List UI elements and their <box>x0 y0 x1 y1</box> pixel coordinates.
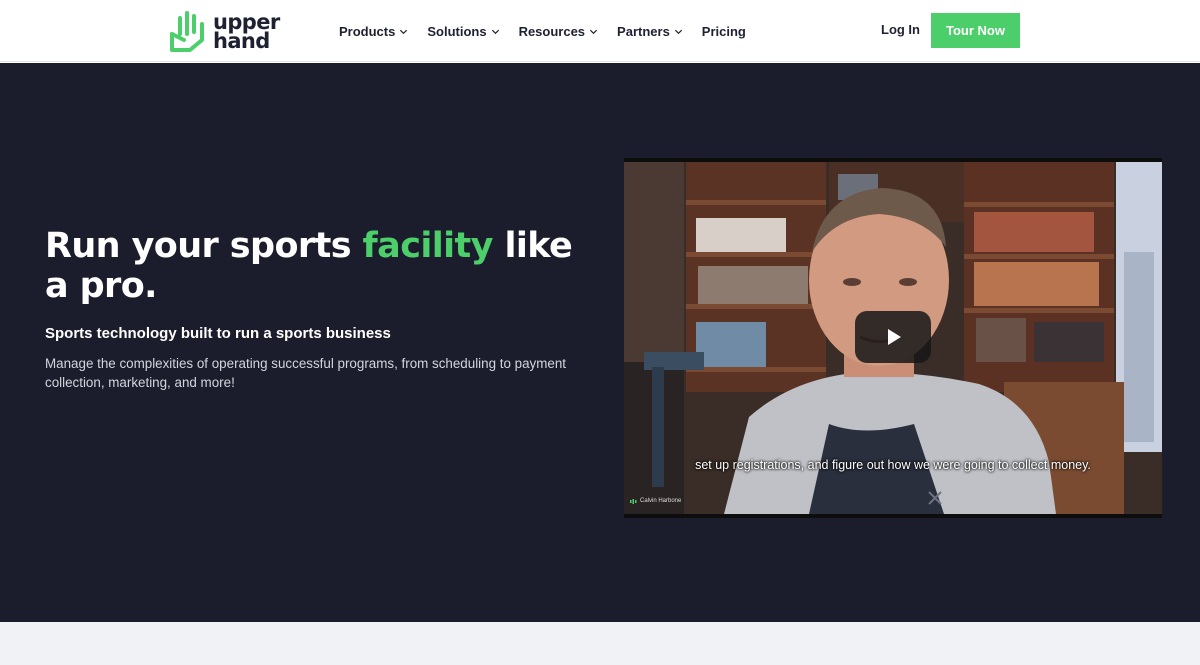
nav-item-solutions[interactable]: Solutions <box>427 24 499 39</box>
nav-item-pricing[interactable]: Pricing <box>702 24 746 39</box>
chevron-down-icon <box>589 29 598 34</box>
play-icon <box>888 329 901 345</box>
nav-item-label: Solutions <box>427 23 487 39</box>
speaker-name: Calvin Harbone <box>640 498 682 504</box>
next-section-band <box>0 622 1200 665</box>
chevron-down-icon <box>491 29 499 34</box>
hero-section: Run your sports facility like a pro. Spo… <box>0 63 1200 622</box>
logo-wordmark: upper hand <box>213 12 280 53</box>
logo[interactable]: upper hand <box>168 10 280 54</box>
play-button[interactable] <box>855 311 931 363</box>
hero-headline: Run your sports facility like a pro. <box>45 226 605 306</box>
hero-description: Manage the complexities of operating suc… <box>45 356 567 390</box>
tour-now-button[interactable]: Tour Now <box>931 13 1020 48</box>
hand-logo-icon <box>170 11 204 52</box>
nav-item-label: Partners <box>617 23 670 39</box>
nav-item-resources[interactable]: Resources <box>519 24 598 39</box>
video-caption: set up registrations, and figure out how… <box>695 458 1091 472</box>
headline-accent-word: facility <box>362 226 494 266</box>
logo-word-hand: hand <box>213 29 270 53</box>
chevron-down-icon <box>674 29 682 34</box>
headline-text-start: Run your sports <box>45 226 363 266</box>
nav-item-products[interactable]: Products <box>339 24 408 39</box>
video-player[interactable]: set up registrations, and figure out how… <box>624 158 1162 518</box>
audio-indicator-icon <box>630 498 637 504</box>
main-nav: Products Solutions Resources Partners Pr… <box>339 0 765 62</box>
nav-item-partners[interactable]: Partners <box>617 24 683 39</box>
site-header: upper hand Products Solutions Resources … <box>0 0 1200 62</box>
hero-subheading: Sports technology built to run a sports … <box>45 325 391 342</box>
login-link[interactable]: Log In <box>881 22 920 37</box>
nav-item-label: Products <box>339 23 396 39</box>
speaker-label: Calvin Harbone <box>630 498 681 504</box>
chevron-down-icon <box>400 29 408 34</box>
nav-item-label: Pricing <box>701 23 746 39</box>
nav-item-label: Resources <box>518 23 586 39</box>
